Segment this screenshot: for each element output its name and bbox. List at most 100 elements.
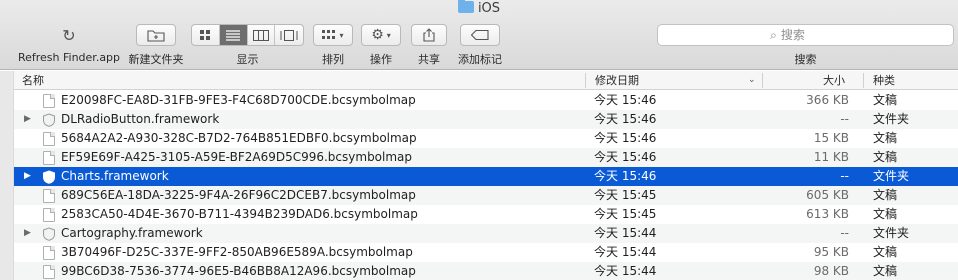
- file-kind: 文稿: [873, 93, 898, 107]
- file-size: 15 KB: [813, 131, 849, 145]
- new-folder-icon: [147, 29, 165, 42]
- refresh-icon: ↻: [62, 26, 76, 45]
- file-kind: 文件夹: [873, 226, 910, 240]
- table-row[interactable]: 2583CA50-4D4E-3670-B711-4394B239DAD6.bcs…: [14, 205, 958, 224]
- icon-view-button[interactable]: [192, 25, 220, 45]
- file-kind: 文稿: [873, 188, 898, 202]
- refresh-label: Refresh Finder.app: [17, 51, 121, 64]
- file-name: Charts.framework: [61, 169, 169, 183]
- table-row[interactable]: ▶ Cartography.framework 今天 15:44 -- 文件夹: [14, 224, 958, 243]
- arrange-button[interactable]: ▾: [313, 24, 353, 46]
- file-date: 今天 15:44: [594, 264, 657, 278]
- column-header-kind[interactable]: 种类: [873, 71, 895, 90]
- share-label: 共享: [418, 53, 440, 66]
- column-view-icon: [252, 29, 269, 41]
- column-header-date[interactable]: 修改日期: [595, 71, 639, 90]
- document-icon: [43, 208, 55, 222]
- arrange-group: ▾ 排列: [313, 24, 353, 66]
- document-icon: [43, 189, 55, 203]
- column-headers: 名称 修改日期 ⌄ 大小 种类: [0, 71, 958, 90]
- file-name: 2583CA50-4D4E-3670-B711-4394B239DAD6.bcs…: [61, 207, 418, 221]
- table-row[interactable]: E20098FC-EA8D-31FB-9FE3-F4C68D700CDE.bcs…: [14, 91, 958, 110]
- search-label: 搜索: [794, 53, 817, 66]
- file-kind: 文稿: [873, 207, 898, 221]
- table-row[interactable]: ▶ DLRadioButton.framework 今天 15:46 -- 文件…: [14, 110, 958, 129]
- share-icon: [423, 28, 435, 42]
- file-kind: 文稿: [873, 264, 898, 278]
- new-folder-button[interactable]: [136, 24, 176, 46]
- view-group: 显示: [191, 24, 304, 66]
- file-name: EF59E69F-A425-3105-A59E-BF2A69D5C996.bcs…: [61, 150, 413, 164]
- file-size: --: [840, 226, 849, 240]
- column-header-name[interactable]: 名称: [22, 71, 44, 90]
- new-folder-group: 新建文件夹: [126, 24, 186, 66]
- table-row[interactable]: 5684A2A2-A930-328C-B7D2-764B851EDBF0.bcs…: [14, 129, 958, 148]
- framework-icon: [43, 227, 55, 241]
- framework-icon: [43, 170, 55, 184]
- icon-view-icon: [200, 30, 211, 40]
- table-row[interactable]: EF59E69F-A425-3105-A59E-BF2A69D5C996.bcs…: [14, 148, 958, 167]
- file-date: 今天 15:45: [594, 188, 657, 202]
- table-row[interactable]: 689C56EA-18DA-3225-9F4A-26F96C2DCEB7.bcs…: [14, 186, 958, 205]
- gallery-view-button[interactable]: [275, 25, 303, 45]
- table-row[interactable]: 3B70496F-D25C-337E-9FF2-850AB96E589A.bcs…: [14, 243, 958, 262]
- tags-label: 添加标记: [458, 53, 502, 66]
- action-group: ⚙ ▾ 操作: [361, 24, 401, 66]
- window-title-text: iOS: [477, 1, 501, 16]
- share-button[interactable]: [411, 24, 447, 46]
- new-folder-label: 新建文件夹: [128, 53, 184, 66]
- gallery-view-icon: [280, 29, 298, 41]
- folder-icon: [457, 0, 474, 13]
- document-icon: [43, 94, 55, 108]
- disclosure-triangle-icon[interactable]: ▶: [24, 167, 31, 186]
- file-name: 689C56EA-18DA-3225-9F4A-26F96C2DCEB7.bcs…: [61, 188, 416, 202]
- arrange-icon: [322, 30, 336, 39]
- search-icon: ⌕: [770, 27, 777, 42]
- table-row[interactable]: 99BC6D38-7536-3774-96E5-B46BB8A12A96.bcs…: [14, 262, 958, 280]
- file-size: --: [840, 169, 849, 183]
- window-title: iOS: [0, 0, 958, 17]
- file-kind: 文件夹: [873, 112, 910, 126]
- file-date: 今天 15:45: [594, 207, 657, 221]
- file-date: 今天 15:46: [594, 112, 657, 126]
- file-size: 95 KB: [813, 245, 849, 259]
- column-divider[interactable]: [762, 73, 763, 88]
- document-icon: [43, 132, 55, 146]
- file-size: 605 KB: [806, 188, 849, 202]
- framework-icon: [43, 113, 55, 127]
- action-button[interactable]: ⚙ ▾: [361, 24, 401, 46]
- list-view-button[interactable]: [219, 25, 248, 45]
- document-icon: [43, 151, 55, 165]
- column-divider[interactable]: [863, 73, 864, 88]
- file-name: E20098FC-EA8D-31FB-9FE3-F4C68D700CDE.bcs…: [61, 93, 416, 107]
- disclosure-triangle-icon[interactable]: ▶: [24, 224, 31, 243]
- disclosure-triangle-icon[interactable]: ▶: [24, 110, 31, 129]
- search-field[interactable]: ⌕: [657, 24, 954, 46]
- file-name: 3B70496F-D25C-337E-9FF2-850AB96E589A.bcs…: [61, 245, 413, 259]
- add-tags-button[interactable]: [460, 24, 500, 46]
- document-icon: [43, 246, 55, 260]
- share-group: 共享: [411, 24, 447, 66]
- file-date: 今天 15:44: [594, 226, 657, 240]
- column-header-size[interactable]: 大小: [823, 71, 845, 90]
- gear-icon: ⚙: [371, 27, 384, 43]
- file-name: DLRadioButton.framework: [61, 112, 220, 126]
- file-list: E20098FC-EA8D-31FB-9FE3-F4C68D700CDE.bcs…: [14, 91, 958, 280]
- file-kind: 文件夹: [873, 169, 910, 183]
- file-name: 99BC6D38-7536-3774-96E5-B46BB8A12A96.bcs…: [61, 264, 416, 278]
- view-segmented-control: [191, 24, 304, 46]
- file-kind: 文稿: [873, 131, 898, 145]
- tag-icon: [471, 30, 489, 40]
- column-divider[interactable]: [585, 73, 586, 88]
- list-view-icon: [226, 29, 241, 41]
- file-size: 613 KB: [806, 207, 849, 221]
- column-view-button[interactable]: [248, 25, 276, 45]
- file-date: 今天 15:46: [594, 169, 657, 183]
- refresh-finder-button[interactable]: ↻ Refresh Finder.app: [14, 24, 124, 66]
- arrange-label: 排列: [322, 53, 344, 66]
- file-size: --: [840, 112, 849, 126]
- table-row-selected[interactable]: ▶ Charts.framework 今天 15:46 -- 文件夹: [14, 167, 958, 186]
- file-kind: 文稿: [873, 245, 898, 259]
- search-input[interactable]: [780, 28, 841, 42]
- sort-chevron-icon: ⌄: [748, 75, 756, 85]
